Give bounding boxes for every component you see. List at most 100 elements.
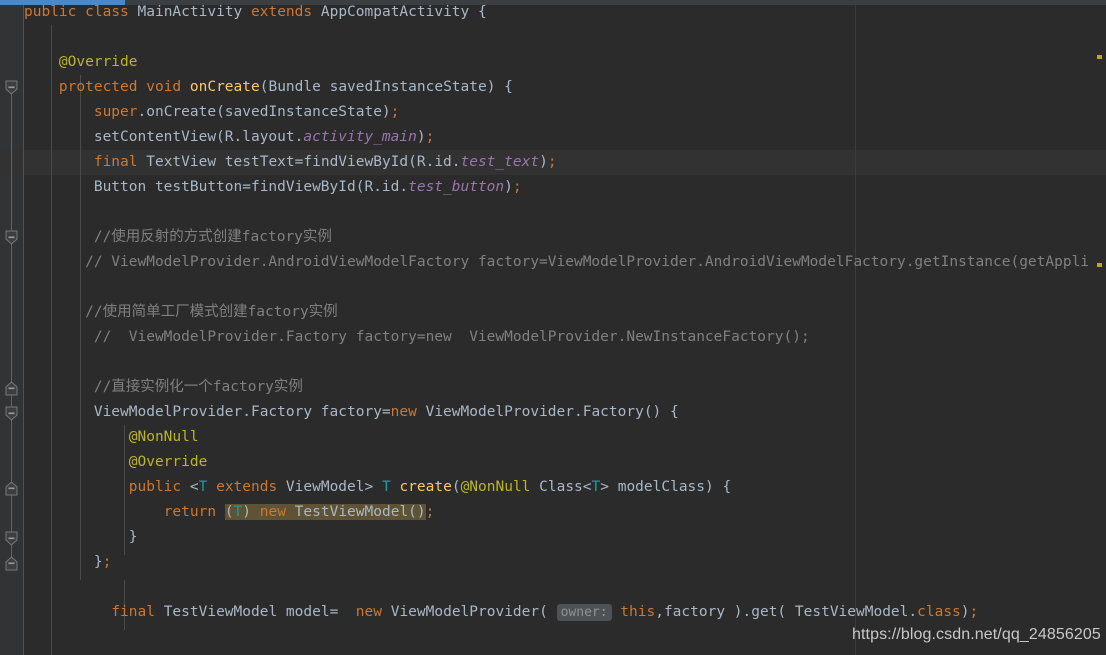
code-line[interactable]: public <T extends ViewModel> T create(@N… [24, 475, 731, 500]
selection-highlight: (T) new TestViewModel() [225, 504, 426, 520]
code-line[interactable]: final TestViewModel model= new ViewModel… [24, 600, 978, 625]
code-token: protected [59, 79, 138, 95]
code-token: ; [513, 179, 522, 195]
code-line[interactable]: protected void onCreate(Bundle savedInst… [24, 75, 513, 100]
code-token [242, 4, 251, 20]
code-line[interactable]: @Override [24, 50, 138, 75]
code-token: Bundle [268, 79, 320, 95]
code-content[interactable]: public class MainActivity extends AppCom… [24, 0, 1106, 655]
code-token [181, 79, 190, 95]
code-token: ; [426, 504, 435, 520]
code-token: TestViewModel() [286, 504, 426, 520]
horizontal-scrollbar-thumb[interactable] [0, 0, 125, 5]
code-token: new [391, 404, 417, 420]
code-line[interactable]: } [24, 525, 138, 550]
code-token: ; [103, 554, 112, 570]
code-line[interactable]: Button testButton=findViewById(R.id.test… [24, 175, 522, 200]
code-token: { [469, 4, 486, 20]
code-token [138, 154, 147, 170]
code-token: ( [225, 504, 234, 520]
code-token: ; [548, 154, 557, 170]
code-token [24, 479, 129, 495]
code-token: model= [277, 604, 356, 620]
code-line[interactable]: setContentView(R.layout.activity_main); [24, 125, 434, 150]
code-token [138, 79, 147, 95]
code-token: //使用反射的方式创建factory实例 [24, 229, 332, 245]
code-token: } [24, 529, 138, 545]
code-token: new [260, 504, 286, 520]
code-token: ) [504, 179, 513, 195]
code-token: onCreate [190, 79, 260, 95]
code-token: < [181, 479, 198, 495]
warning-stripe-marker[interactable] [1097, 55, 1102, 59]
fold-collapse-down-icon[interactable] [4, 406, 19, 421]
fold-collapse-up-icon[interactable] [4, 381, 19, 396]
code-token: T [234, 504, 243, 520]
code-token: class [85, 4, 129, 20]
code-token: AppCompatActivity [321, 4, 469, 20]
code-token: extends [216, 479, 277, 495]
parameter-name-hint: owner: [557, 604, 612, 621]
code-line[interactable]: // ViewModelProvider.Factory factory=new… [24, 325, 810, 350]
code-token: testText=findViewById(R.id. [216, 154, 460, 170]
code-token [216, 504, 225, 520]
code-token: ; [970, 604, 979, 620]
code-line[interactable]: //直接实例化一个factory实例 [24, 375, 303, 400]
code-line[interactable]: // ViewModelProvider.AndroidViewModelFac… [24, 250, 1089, 275]
fold-collapse-down-icon[interactable] [4, 230, 19, 245]
code-token: //直接实例化一个factory实例 [24, 379, 303, 395]
fold-collapse-down-icon[interactable] [4, 80, 19, 95]
code-line[interactable]: //使用反射的方式创建factory实例 [24, 225, 332, 250]
code-token: final [94, 154, 138, 170]
code-line[interactable]: final TextView testText=findViewById(R.i… [24, 150, 557, 175]
code-token: @NonNull [461, 479, 531, 495]
horizontal-scrollbar-track[interactable] [0, 0, 1106, 5]
code-token: ViewModelProvider( [382, 604, 557, 620]
code-token [129, 4, 138, 20]
code-line[interactable]: ViewModelProvider.Factory factory=new Vi… [24, 400, 679, 425]
code-token [155, 604, 164, 620]
code-token: //使用简单工厂模式创建factory实例 [24, 304, 338, 320]
code-token: ViewModel> [277, 479, 382, 495]
code-token: test_text [461, 154, 540, 170]
code-line[interactable]: return (T) new TestViewModel(); [24, 500, 434, 525]
code-token: this [620, 604, 655, 620]
fold-collapse-up-icon[interactable] [4, 556, 19, 571]
code-token: savedInstanceState) { [321, 79, 513, 95]
code-token: ) [417, 129, 426, 145]
code-token: public [24, 4, 76, 20]
code-token: TextView [146, 154, 216, 170]
code-token: ) [242, 504, 259, 520]
code-line[interactable]: //使用简单工厂模式创建factory实例 [24, 300, 338, 325]
code-token: @NonNull [24, 429, 199, 445]
code-token: super [94, 104, 138, 120]
code-token: } [24, 554, 103, 570]
code-token: ) [961, 604, 970, 620]
code-line[interactable]: @Override [24, 450, 207, 475]
code-editor[interactable]: public class MainActivity extends AppCom… [0, 0, 1106, 655]
code-token: // ViewModelProvider.Factory factory=new… [24, 329, 810, 345]
code-token: // ViewModelProvider.AndroidViewModelFac… [24, 254, 1089, 270]
code-token [76, 4, 85, 20]
code-token: > modelClass) { [600, 479, 731, 495]
code-token: final [111, 604, 155, 620]
code-token: @Override [24, 54, 138, 70]
warning-stripe-marker[interactable] [1097, 263, 1102, 267]
code-token: activity_main [303, 129, 417, 145]
code-token: ( [452, 479, 461, 495]
fold-collapse-down-icon[interactable] [4, 531, 19, 546]
code-line[interactable]: super.onCreate(savedInstanceState); [24, 100, 399, 125]
code-token: create [399, 479, 451, 495]
code-token: new [356, 604, 382, 620]
code-line[interactable]: }; [24, 550, 111, 575]
code-line[interactable]: @NonNull [24, 425, 199, 450]
code-token [312, 4, 321, 20]
code-token: void [146, 79, 181, 95]
code-token [207, 479, 216, 495]
code-token: T [592, 479, 601, 495]
code-token: class [917, 604, 961, 620]
code-token: ; [391, 104, 400, 120]
code-token: .onCreate(savedInstanceState) [138, 104, 391, 120]
fold-collapse-up-icon[interactable] [4, 481, 19, 496]
code-token [612, 604, 621, 620]
